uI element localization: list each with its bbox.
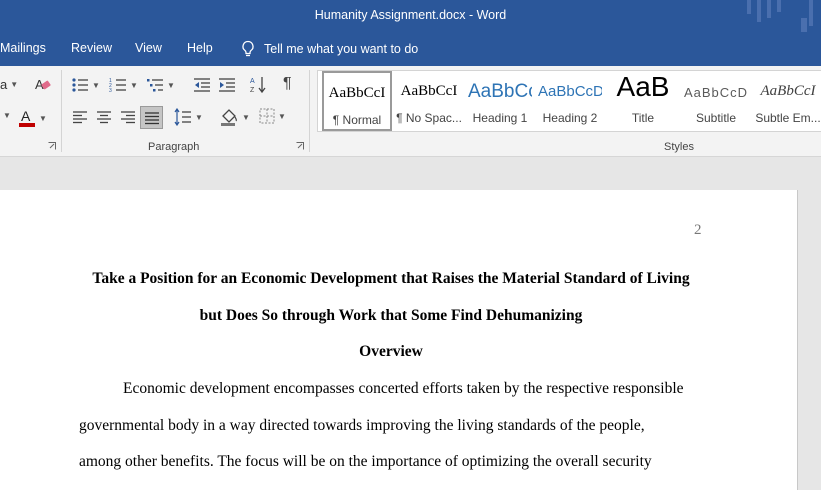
section-heading: Overview (359, 343, 423, 360)
align-center-icon (97, 111, 111, 124)
style-preview: AaBbCcD (683, 85, 749, 100)
numbering-button[interactable]: 123 ▼ (109, 76, 138, 94)
align-right-icon (121, 111, 135, 124)
group-separator (309, 70, 310, 152)
style-subtle-emphasis[interactable]: AaBbCcI Subtle Em... (754, 71, 821, 131)
line-spacing-button[interactable]: ▼ (174, 108, 203, 126)
ribbon-tab-bar: Mailings Review View Help Tell me what y… (0, 32, 821, 66)
style-no-spacing[interactable]: AaBbCcI ¶ No Spac... (394, 71, 464, 131)
tell-me-search[interactable]: Tell me what you want to do (241, 39, 418, 59)
document-title-line-2: but Does So through Work that Some Find … (199, 307, 583, 324)
font-dialog-launcher-icon[interactable] (48, 142, 56, 150)
sort-button[interactable]: A Z (250, 75, 266, 95)
align-left-icon (73, 111, 87, 124)
style-preview: AaBbCc (468, 81, 532, 102)
eraser-icon: A (35, 77, 51, 92)
bullets-button[interactable]: ▼ (71, 76, 100, 94)
increase-indent-icon (219, 78, 235, 92)
multilevel-list-icon (147, 79, 163, 92)
font-color-button[interactable]: A ▼ (18, 108, 47, 128)
style-name: Subtle Em... (755, 111, 821, 125)
style-preview: AaBbCcI (328, 85, 386, 101)
window-title: Humanity Assignment.docx - Word (314, 8, 507, 22)
pilcrow-icon: ¶ (283, 75, 292, 92)
group-separator (61, 70, 62, 152)
style-name: Heading 1 (472, 111, 528, 125)
shading-button[interactable]: ▼ (219, 107, 250, 127)
style-heading-2[interactable]: AaBbCcD Heading 2 (538, 71, 602, 131)
tab-help[interactable]: Help (187, 41, 213, 55)
numbered-list-icon: 123 (109, 78, 126, 94)
justify-button-selected[interactable] (140, 106, 163, 129)
multilevel-list-button[interactable]: ▼ (146, 76, 175, 94)
paint-bucket-icon (221, 109, 238, 126)
style-preview: AaBbCcD (538, 83, 602, 100)
paragraph-group-label: Paragraph (148, 141, 200, 153)
style-subtitle[interactable]: AaBbCcD Subtitle (682, 71, 750, 131)
tell-me-placeholder: Tell me what you want to do (264, 42, 419, 56)
sort-az-icon: A Z (250, 77, 266, 94)
tab-review[interactable]: Review (71, 41, 112, 55)
style-name: ¶ Normal (332, 113, 382, 127)
title-bar: Humanity Assignment.docx - Word (0, 0, 821, 32)
page-number: 2 (694, 222, 702, 238)
style-heading-1[interactable]: AaBbCc Heading 1 (468, 71, 532, 131)
ribbon-panel: a ▼ A ▼ A ▼ ▼ 123 ▼ ▼ A Z ¶ ▼ ▼ ▼ Paragr… (0, 66, 821, 157)
style-preview: AaB (616, 71, 670, 102)
style-name: ¶ No Spac... (396, 111, 462, 125)
style-normal[interactable]: AaBbCcI ¶ Normal (322, 71, 392, 131)
tab-view[interactable]: View (135, 41, 162, 55)
styles-gallery: AaBbCcI ¶ Normal AaBbCcI ¶ No Spac... Aa… (317, 70, 821, 132)
svg-text:A: A (21, 108, 31, 124)
document-canvas: 2 Take a Position for an Economic Develo… (0, 157, 821, 490)
font-dropdown-caret-fragment[interactable]: ▼ (0, 111, 11, 120)
font-size-decrease-fragment[interactable]: a ▼ (0, 77, 18, 92)
document-page[interactable]: 2 Take a Position for an Economic Develo… (0, 190, 798, 490)
align-right-button[interactable] (120, 109, 136, 125)
decrease-indent-button[interactable] (193, 76, 211, 94)
svg-text:3: 3 (109, 88, 112, 94)
borders-icon (259, 108, 275, 124)
style-name: Subtitle (695, 111, 737, 125)
line-spacing-icon (174, 108, 191, 126)
align-center-button[interactable] (96, 109, 112, 125)
style-preview: AaBbCcI (400, 83, 458, 99)
style-title[interactable]: AaB Title (608, 71, 678, 131)
svg-text:Z: Z (250, 87, 255, 94)
borders-button[interactable]: ▼ (259, 108, 286, 124)
style-name: Title (631, 111, 655, 125)
align-left-button[interactable] (72, 109, 88, 125)
body-text-line: Economic development encompasses concert… (123, 380, 684, 397)
styles-group-label: Styles (664, 141, 694, 153)
show-formatting-marks-button[interactable]: ¶ (283, 75, 292, 93)
bullet-list-icon (72, 78, 88, 92)
justify-icon (144, 111, 159, 124)
font-color-icon: A (19, 108, 35, 127)
tab-mailings[interactable]: Mailings (0, 41, 46, 55)
body-text-line: governmental body in a way directed towa… (79, 417, 645, 434)
increase-indent-button[interactable] (218, 76, 236, 94)
style-preview: AaBbCcI (760, 83, 816, 99)
document-title-line-1: Take a Position for an Economic Developm… (92, 270, 690, 287)
body-text-line: among other benefits. The focus will be … (79, 453, 652, 470)
title-bar-decoration-graphic (747, 0, 813, 32)
style-name: Heading 2 (542, 111, 598, 125)
clear-formatting-button[interactable]: A (34, 76, 52, 94)
decrease-indent-icon (194, 78, 210, 92)
svg-text:A: A (250, 78, 255, 85)
paragraph-dialog-launcher-icon[interactable] (296, 142, 304, 150)
lightbulb-icon (242, 40, 254, 57)
